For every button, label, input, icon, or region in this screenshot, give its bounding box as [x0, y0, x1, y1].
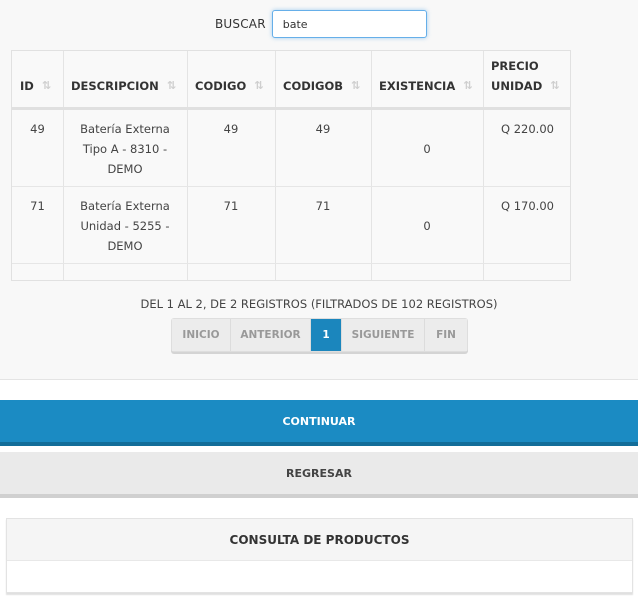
header-label: EXISTENCIA [379, 79, 456, 93]
desc-line: DEMO [107, 162, 143, 176]
pagination: INICIO ANTERIOR 1 SIGUIENTE FIN [171, 318, 468, 352]
product-query-panel: CONSULTA DE PRODUCTOS [6, 518, 633, 593]
product-search-area: BUSCAR ID ⇅ DESCRIPCION ⇅ CODIGO ⇅ CODIG… [0, 0, 638, 380]
cell-codigob: 49 [315, 122, 331, 136]
continue-button[interactable]: CONTINUAR [0, 400, 638, 446]
page-1-button[interactable]: 1 [311, 319, 342, 351]
header-label: PRECIO [491, 59, 539, 73]
back-button[interactable]: REGRESAR [0, 452, 638, 498]
sort-icon[interactable]: ⇅ [167, 76, 176, 96]
cell-id: 49 [30, 122, 45, 136]
desc-line: Batería Externa [80, 199, 170, 213]
header-label: ID [20, 79, 34, 93]
products-table: ID ⇅ DESCRIPCION ⇅ CODIGO ⇅ CODIGOB ⇅ EX… [11, 50, 571, 281]
search-row: BUSCAR [215, 10, 427, 38]
sort-icon[interactable]: ⇅ [351, 76, 360, 96]
cell-id: 71 [30, 199, 45, 213]
cell-codigo: 49 [223, 122, 239, 136]
page-first-button[interactable]: INICIO [172, 319, 231, 351]
cell-codigob: 71 [315, 199, 331, 213]
page-prev-button[interactable]: ANTERIOR [231, 319, 311, 351]
search-label: BUSCAR [215, 17, 266, 31]
desc-line: Unidad - 5255 - [80, 219, 170, 233]
page-last-button[interactable]: FIN [425, 319, 467, 351]
desc-line: Tipo A - 8310 - [82, 142, 168, 156]
search-input[interactable] [271, 10, 427, 38]
cell-precio: Q 170.00 [501, 199, 554, 213]
page-next-button[interactable]: SIGUIENTE [342, 319, 425, 351]
cell-existencia: 0 [423, 142, 431, 156]
header-label: UNIDAD [491, 79, 543, 93]
header-label: CODIGO [195, 79, 247, 93]
sort-icon[interactable]: ⇅ [550, 76, 559, 96]
row-divider [12, 263, 570, 264]
sort-icon[interactable]: ⇅ [254, 76, 263, 96]
cell-existencia: 0 [423, 219, 431, 233]
cell-precio: Q 220.00 [501, 122, 554, 136]
column-header-precio-unidad[interactable]: PRECIO UNIDAD ⇅ [483, 51, 572, 107]
sort-icon[interactable]: ⇅ [42, 76, 51, 96]
header-divider [12, 107, 570, 110]
sort-icon[interactable]: ⇅ [463, 76, 472, 96]
desc-line: Batería Externa [80, 122, 170, 136]
cell-codigo: 71 [223, 199, 239, 213]
desc-line: DEMO [107, 239, 143, 253]
column-header-existencia[interactable]: EXISTENCIA ⇅ [371, 51, 483, 107]
column-header-codigob[interactable]: CODIGOB ⇅ [275, 51, 371, 107]
column-header-id[interactable]: ID ⇅ [12, 51, 63, 107]
table-info: DEL 1 AL 2, DE 2 REGISTROS (FILTRADOS DE… [140, 297, 498, 311]
cell-descripcion: Batería Externa Unidad - 5255 - DEMO [63, 196, 187, 256]
column-header-codigo[interactable]: CODIGO ⇅ [187, 51, 275, 107]
header-label-stack: PRECIO UNIDAD [491, 56, 542, 96]
panel-title: CONSULTA DE PRODUCTOS [7, 519, 632, 561]
header-label: DESCRIPCION [71, 79, 159, 93]
header-label: CODIGOB [283, 79, 344, 93]
column-header-descripcion[interactable]: DESCRIPCION ⇅ [63, 51, 187, 107]
row-divider [12, 186, 570, 187]
cell-descripcion: Batería Externa Tipo A - 8310 - DEMO [63, 119, 187, 179]
